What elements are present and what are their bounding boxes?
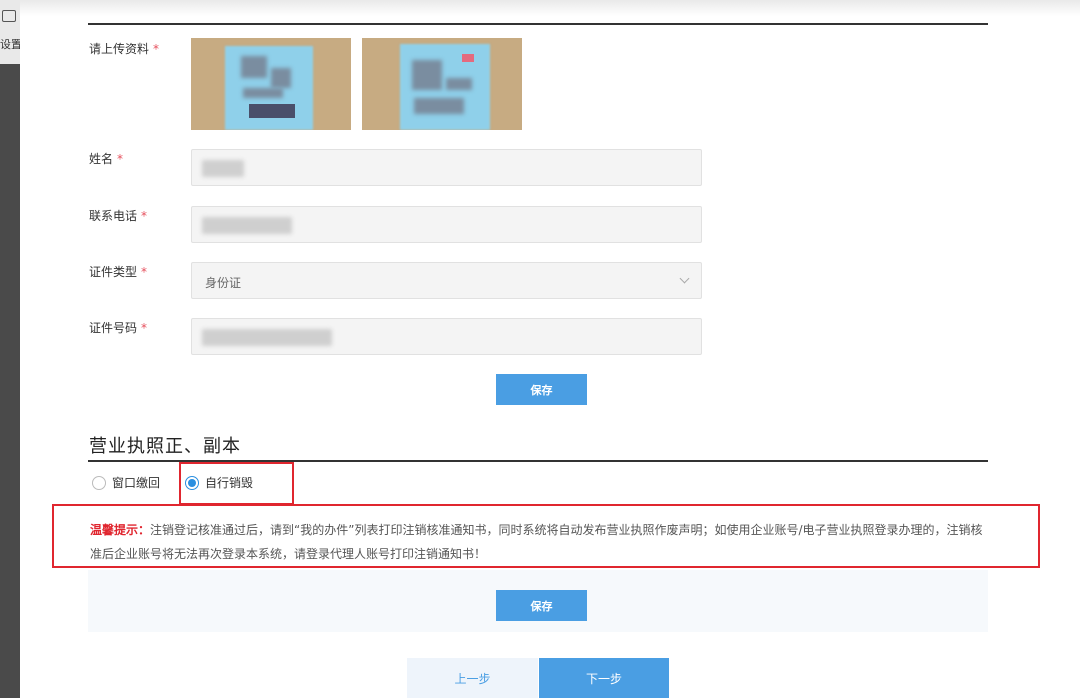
id-type-value: 身份证 [205,276,242,290]
name-input[interactable] [191,149,702,186]
radio-label: 窗口缴回 [112,476,161,490]
settings-tool[interactable]: 设置 [0,0,20,64]
settings-label: 设置 [0,38,20,51]
highlight-annotation-box [179,462,294,505]
phone-input[interactable] [191,206,702,243]
section-divider-top [88,23,988,25]
upload-label: 请上传资料 * [89,42,160,56]
id-type-select[interactable]: 身份证 [191,262,702,299]
uploaded-document-thumbnail-2[interactable] [362,38,522,130]
left-edge-strip: 设置 [0,0,20,698]
radio-unchecked-icon [92,475,106,490]
radio-window-return[interactable]: 窗口缴回 [92,474,160,491]
next-step-button[interactable]: 下一步 [539,658,669,698]
license-save-button[interactable]: 保存 [496,590,587,621]
chevron-down-icon [679,273,690,284]
uploaded-document-thumbnail-1[interactable] [191,38,351,130]
top-edge [20,0,1080,16]
save-button[interactable]: 保存 [496,374,587,405]
notice-body: 注销登记核准通过后，请到“我的办件”列表打印注销核准通知书，同时系统将自动发布营… [90,523,983,561]
id-number-input[interactable] [191,318,702,355]
notice-tip-label: 温馨提示： [90,523,151,537]
id-number-label: 证件号码 * [89,321,148,335]
settings-icon [2,10,16,22]
phone-label: 联系电话 * [89,209,148,223]
prev-step-button[interactable]: 上一步 [407,658,538,698]
name-label: 姓名 * [89,152,124,166]
notice-text: 温馨提示：注销登记核准通过后，请到“我的办件”列表打印注销核准通知书，同时系统将… [90,518,990,566]
license-section-title: 营业执照正、副本 [89,436,241,457]
id-type-label: 证件类型 * [89,265,148,279]
notice-box: 温馨提示：注销登记核准通过后，请到“我的办件”列表打印注销核准通知书，同时系统将… [52,504,1040,568]
